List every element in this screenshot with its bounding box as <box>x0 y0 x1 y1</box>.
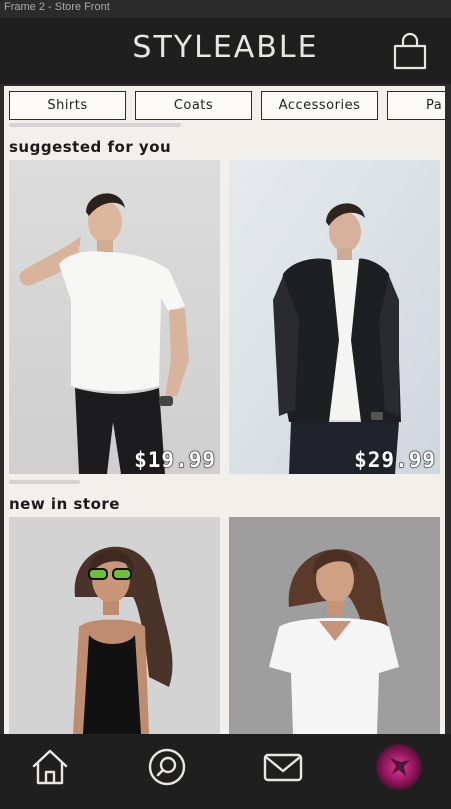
product-card[interactable] <box>229 517 440 734</box>
shopping-bag-icon[interactable] <box>393 32 427 70</box>
product-image-woman-white-tshirt[interactable] <box>229 517 440 734</box>
category-tab-shirts[interactable]: Shirts <box>9 91 126 120</box>
store-front-content[interactable]: Shirts Coats Accessories Pa suggested fo… <box>4 86 445 734</box>
profile-avatar[interactable] <box>376 744 422 790</box>
category-scroll-indicator <box>9 123 181 127</box>
app-logo: STYLEABLE <box>132 30 319 65</box>
category-tab-accessories[interactable]: Accessories <box>261 91 378 120</box>
section-title-new-in-store: new in store <box>9 495 120 513</box>
top-app-bar: STYLEABLE <box>0 18 451 84</box>
product-image-woman-black-top[interactable] <box>9 517 220 734</box>
suggested-scroll-indicator <box>9 480 80 484</box>
product-image-man-white-tshirt[interactable] <box>9 160 220 474</box>
product-price: $19.99 <box>134 448 216 473</box>
frame-label: Frame 2 - Store Front <box>4 1 110 13</box>
home-icon[interactable] <box>30 747 70 787</box>
product-card[interactable]: $29.99 <box>229 160 440 474</box>
product-card[interactable]: $19.99 <box>9 160 220 474</box>
mail-icon[interactable] <box>263 747 303 787</box>
section-title-suggested: suggested for you <box>9 138 172 156</box>
product-image-man-leather-jacket[interactable] <box>229 160 440 474</box>
bottom-navigation <box>0 734 451 809</box>
search-icon[interactable] <box>147 747 187 787</box>
avatar-image <box>376 744 422 790</box>
category-tab-coats[interactable]: Coats <box>135 91 252 120</box>
category-tab-pants[interactable]: Pa <box>387 91 445 120</box>
category-tabs[interactable]: Shirts Coats Accessories Pa <box>9 91 445 121</box>
product-card[interactable] <box>9 517 220 734</box>
product-price: $29.99 <box>354 448 436 473</box>
